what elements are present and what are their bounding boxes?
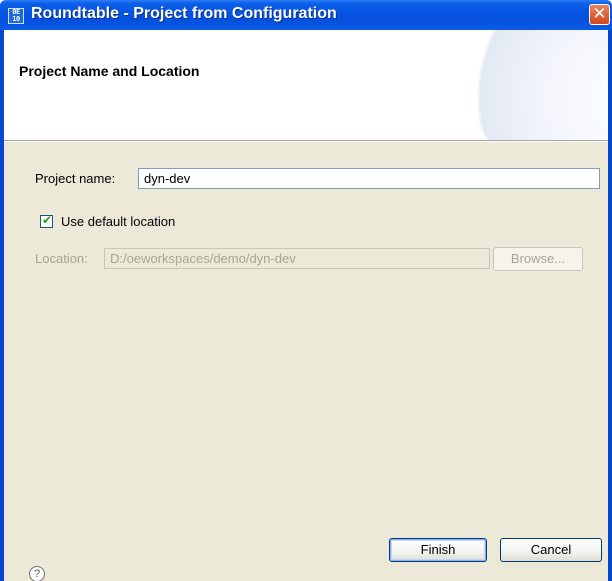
wizard-banner: Project Name and Location	[4, 30, 608, 140]
banner-decoration	[468, 30, 608, 140]
browse-button[interactable]: Browse...	[493, 247, 583, 271]
dialog-client-area: Project Name and Location Project name: …	[4, 30, 608, 581]
finish-button[interactable]: Finish	[389, 538, 487, 562]
app-icon-glyph-bottom: 10	[12, 15, 20, 23]
window-frame-right	[608, 30, 612, 581]
use-default-location-label[interactable]: Use default location	[61, 214, 175, 229]
title-bar[interactable]: 0E 10 Roundtable - Project from Configura…	[0, 0, 612, 30]
close-icon: ✕	[592, 4, 607, 24]
project-name-label: Project name:	[35, 171, 116, 186]
page-title: Project Name and Location	[19, 63, 200, 79]
help-icon[interactable]: ?	[29, 566, 45, 581]
checkmark-icon: ✔	[42, 213, 53, 227]
use-default-location-checkbox[interactable]: ✔	[40, 213, 53, 228]
project-name-input[interactable]: dyn-dev	[138, 168, 600, 189]
window-title: Roundtable - Project from Configuration	[31, 5, 337, 22]
cancel-button[interactable]: Cancel	[500, 538, 602, 562]
location-label: Location:	[35, 251, 88, 266]
location-input[interactable]: D:/oeworkspaces/demo/dyn-dev	[104, 248, 490, 269]
banner-divider-highlight	[4, 141, 608, 142]
close-button[interactable]: ✕	[589, 4, 610, 25]
roundtable-app-icon: 0E 10	[8, 8, 24, 24]
dialog-window: 0E 10 Roundtable - Project from Configura…	[0, 0, 612, 581]
